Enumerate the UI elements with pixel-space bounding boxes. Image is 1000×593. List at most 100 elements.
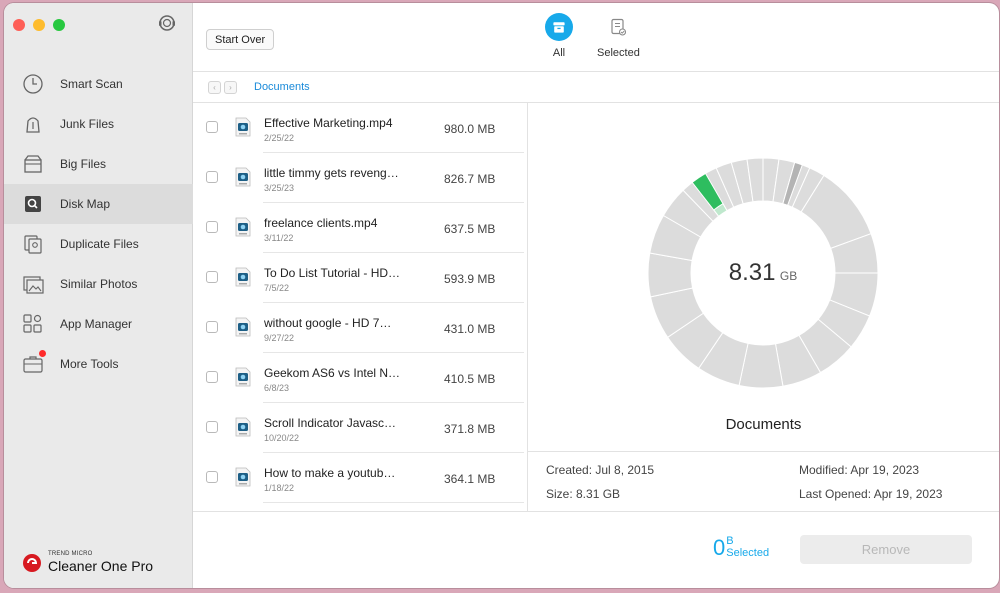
folder-name: Documents <box>725 416 802 433</box>
file-date: 10/20/22 <box>264 433 300 443</box>
file-name: To Do List Tutorial - HD… <box>264 266 401 280</box>
file-date: 7/5/22 <box>264 283 290 293</box>
trash-bag-icon <box>22 113 44 135</box>
video-file-icon <box>235 467 251 487</box>
minimize-window-button[interactable] <box>33 19 45 31</box>
file-row[interactable]: Geekom AS6 vs Intel N… 6/8/23 410.5 MB <box>193 353 527 403</box>
file-row[interactable]: How to make a youtub… 1/18/22 364.1 MB <box>193 453 527 503</box>
last-opened-date: Last Opened: Apr 19, 2023 <box>799 487 943 501</box>
sidebar-item-duplicate-files[interactable]: Duplicate Files <box>4 224 193 264</box>
footer: 0 B Selected Remove <box>193 511 999 588</box>
checklist-icon <box>604 13 632 41</box>
sidebar-item-label: Disk Map <box>60 197 111 211</box>
brand-company: TREND MICRO <box>48 551 93 557</box>
trend-micro-logo <box>22 553 42 573</box>
file-size: 410.5 MB <box>444 372 496 386</box>
box-icon <box>22 153 44 175</box>
video-file-icon <box>235 117 251 137</box>
back-button[interactable]: ‹ <box>208 80 221 94</box>
video-file-icon <box>235 267 251 287</box>
video-file-icon <box>235 367 251 387</box>
file-size: 980.0 MB <box>444 122 496 136</box>
detail-panel: 8.31 GB Documents Created: Jul 8, 2015 S… <box>528 103 999 511</box>
file-name: Effective Marketing.mp4 <box>264 116 393 130</box>
main-panel: Start Over All Selected ‹ › Documents Ef… <box>193 3 999 588</box>
sidebar-item-app-manager[interactable]: App Manager <box>4 304 193 344</box>
file-size: 593.9 MB <box>444 272 496 286</box>
zoom-window-button[interactable] <box>53 19 65 31</box>
start-over-button[interactable]: Start Over <box>206 29 275 50</box>
sidebar-item-label: Junk Files <box>60 117 115 131</box>
file-row[interactable]: little timmy gets reveng… 3/25/23 826.7 MB <box>193 153 527 203</box>
selected-size-unit: B <box>726 535 734 547</box>
file-size: 637.5 MB <box>444 222 496 236</box>
video-file-icon <box>235 317 251 337</box>
window-controls <box>13 19 65 31</box>
file-checkbox[interactable] <box>206 271 218 283</box>
support-icon[interactable] <box>157 13 177 33</box>
file-checkbox[interactable] <box>206 321 218 333</box>
modified-date: Modified: Apr 19, 2023 <box>799 463 920 477</box>
sidebar-item-big-files[interactable]: Big Files <box>4 144 193 184</box>
file-checkbox[interactable] <box>206 371 218 383</box>
file-row[interactable]: To Do List Tutorial - HD… 7/5/22 593.9 MB <box>193 253 527 303</box>
file-size: 826.7 MB <box>444 172 496 186</box>
file-size: 364.1 MB <box>444 472 496 486</box>
toolbar: Start Over All Selected <box>193 3 999 72</box>
disk-map-icon <box>22 193 44 215</box>
file-row[interactable]: Scroll Indicator Javasc… 10/20/22 371.8 MB <box>193 403 527 453</box>
video-file-icon <box>235 167 251 187</box>
notification-badge <box>39 350 46 357</box>
selected-size-value: 0 <box>713 535 726 560</box>
row-divider <box>263 502 524 503</box>
file-name: Geekom AS6 vs Intel N… <box>264 366 401 380</box>
forward-button[interactable]: › <box>224 80 237 94</box>
sidebar-item-label: Big Files <box>60 157 107 171</box>
remove-button[interactable]: Remove <box>800 535 972 564</box>
file-checkbox[interactable] <box>206 471 218 483</box>
file-name: Scroll Indicator Javasc… <box>264 416 397 430</box>
close-window-button[interactable] <box>13 19 25 31</box>
file-date: 9/27/22 <box>264 333 295 343</box>
file-name: freelance clients.mp4 <box>264 216 378 230</box>
archive-box-icon <box>545 13 573 41</box>
total-size-unit: GB <box>779 269 798 283</box>
brand-product: Cleaner One Pro <box>48 558 154 574</box>
file-row[interactable]: Effective Marketing.mp4 2/25/22 980.0 MB <box>193 103 527 153</box>
video-file-icon <box>235 417 251 437</box>
tab-all-label: All <box>552 47 566 59</box>
file-checkbox[interactable] <box>206 121 218 133</box>
sidebar: Smart Scan Junk Files Big Files Disk Map Dup… <box>4 3 193 588</box>
sidebar-item-label: Similar Photos <box>60 277 138 291</box>
file-checkbox[interactable] <box>206 171 218 183</box>
file-size: 431.0 MB <box>444 322 496 336</box>
file-row[interactable]: without google - HD 7… 9/27/22 431.0 MB <box>193 303 527 353</box>
file-list: Effective Marketing.mp4 2/25/22 980.0 MB li… <box>193 103 528 511</box>
sidebar-item-disk-map[interactable]: Disk Map <box>4 184 193 224</box>
sidebar-item-similar-photos[interactable]: Similar Photos <box>4 264 193 304</box>
sidebar-item-smart-scan[interactable]: Smart Scan <box>4 64 193 104</box>
sidebar-item-more-tools[interactable]: More Tools <box>4 344 193 384</box>
tab-selected[interactable]: Selected <box>597 13 640 59</box>
total-size: 8.31 GB <box>648 259 878 287</box>
breadcrumb: ‹ › Documents <box>193 72 999 103</box>
sidebar-nav: Smart Scan Junk Files Big Files Disk Map Dup… <box>4 64 193 384</box>
breadcrumb-current[interactable]: Documents <box>254 81 310 93</box>
scrollbar[interactable] <box>995 103 998 511</box>
file-name: How to make a youtub… <box>264 466 396 480</box>
app-window: Smart Scan Junk Files Big Files Disk Map Dup… <box>4 3 999 588</box>
file-checkbox[interactable] <box>206 421 218 433</box>
selected-size-label: Selected <box>726 547 770 559</box>
total-size-value: 8.31 <box>728 259 776 286</box>
file-checkbox[interactable] <box>206 221 218 233</box>
file-date: 2/25/22 <box>264 133 295 143</box>
file-name: little timmy gets reveng… <box>264 166 399 180</box>
folder-metadata: Created: Jul 8, 2015 Size: 8.31 GB Modif… <box>528 451 999 511</box>
tab-all[interactable]: All <box>545 13 573 59</box>
file-date: 3/25/23 <box>264 183 295 193</box>
file-name: without google - HD 7… <box>264 316 392 330</box>
photos-icon <box>22 273 44 295</box>
sidebar-item-junk-files[interactable]: Junk Files <box>4 104 193 144</box>
file-date: 6/8/23 <box>264 383 290 393</box>
file-row[interactable]: freelance clients.mp4 3/11/22 637.5 MB <box>193 203 527 253</box>
